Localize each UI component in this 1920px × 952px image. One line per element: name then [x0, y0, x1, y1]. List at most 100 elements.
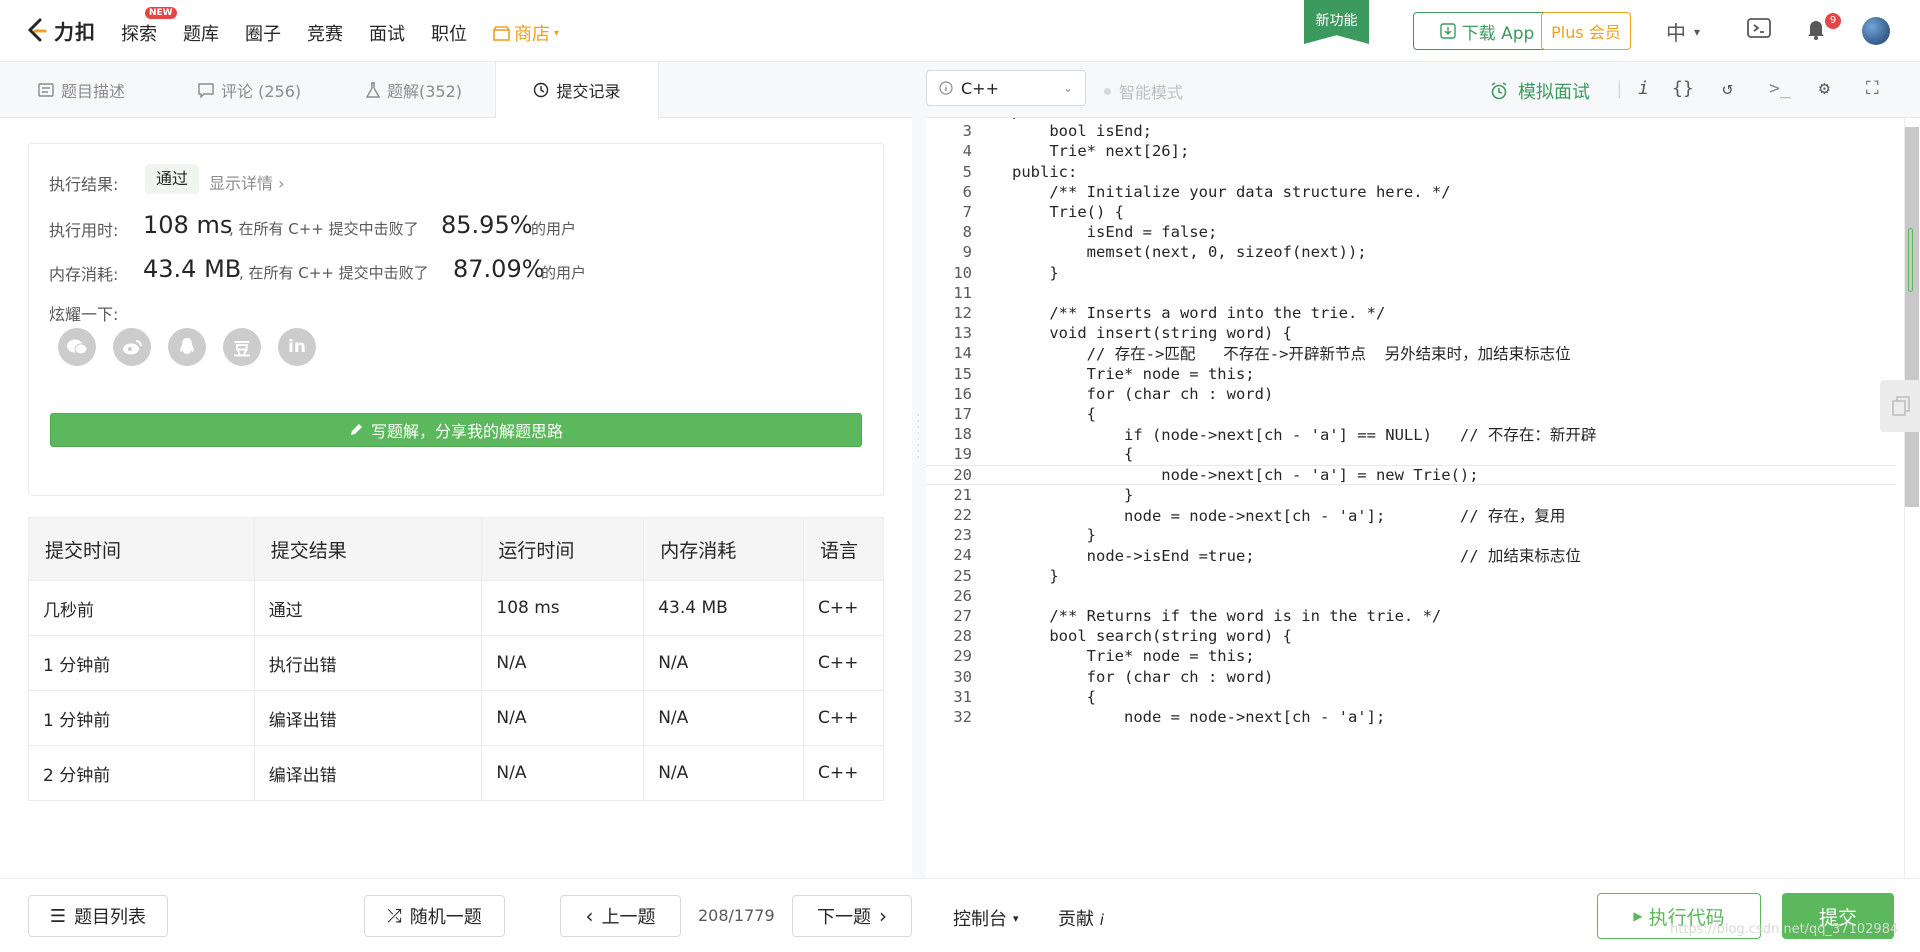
code-line[interactable]: 18 if (node->next[ch - 'a'] == NULL) // … — [926, 424, 1896, 444]
prev-problem-button[interactable]: ‹ 上一题 — [560, 895, 681, 937]
code-line[interactable]: 6 /** Initialize your data structure her… — [926, 182, 1896, 202]
smart-mode-toggle[interactable]: 智能模式 — [1104, 79, 1183, 103]
memory-percentile: 87.09% — [453, 255, 545, 283]
nav-store-label: 商店 — [514, 24, 550, 45]
reset-icon[interactable]: ↺ — [1722, 78, 1733, 99]
code-line[interactable]: 10 } — [926, 263, 1896, 283]
tab-description[interactable]: 题目描述 — [38, 62, 125, 118]
clock-icon — [534, 82, 549, 98]
language-label: 中 — [1666, 21, 1686, 45]
code-line[interactable]: 30 for (char ch : word) — [926, 667, 1896, 687]
nav-problemset[interactable]: 题库 — [183, 20, 219, 46]
next-problem-button[interactable]: 下一题 › — [792, 895, 912, 937]
memory-cell: N/A — [643, 635, 805, 691]
qq-icon[interactable] — [168, 328, 206, 366]
code-editor[interactable]: 2private:3 bool isEnd;4 Trie* next[26];5… — [926, 118, 1920, 878]
code-line[interactable]: 16 for (char ch : word) — [926, 384, 1896, 404]
playground-icon[interactable] — [1747, 18, 1771, 46]
code-line[interactable]: 31 { — [926, 687, 1896, 707]
language-select[interactable]: C++ ⌄ — [926, 70, 1086, 106]
result-cell[interactable]: 通过 — [253, 580, 483, 636]
result-cell[interactable]: 编译出错 — [253, 690, 483, 746]
show-details-link[interactable]: 显示详情 › — [209, 170, 285, 194]
weibo-icon[interactable] — [113, 328, 151, 366]
code-line[interactable]: 8 isEnd = false; — [926, 222, 1896, 242]
code-line[interactable]: 12 /** Inserts a word into the trie. */ — [926, 303, 1896, 323]
code-line[interactable]: 28 bool search(string word) { — [926, 626, 1896, 646]
random-problem-button[interactable]: ⤮ 随机一题 — [364, 895, 505, 937]
result-cell[interactable]: 编译出错 — [253, 745, 483, 801]
drag-handle[interactable]: · · · · · · · · — [917, 412, 921, 462]
tab-submissions[interactable]: 提交记录 — [495, 62, 659, 118]
plus-member-button[interactable]: Plus 会员 — [1541, 12, 1631, 50]
fullscreen-icon[interactable]: ⛶ — [1866, 78, 1879, 99]
nav-contest[interactable]: 竞赛 — [307, 20, 343, 46]
download-app-button[interactable]: 下载 App — [1413, 12, 1561, 50]
language-switch[interactable]: 中 ▾ — [1666, 17, 1700, 46]
submit-time-cell: 几秒前 — [28, 580, 255, 636]
table-row[interactable]: 几秒前 通过 108 ms 43.4 MB C++ — [28, 580, 884, 636]
col-memory: 内存消耗 — [643, 517, 805, 581]
code-line[interactable]: 19 { — [926, 444, 1896, 464]
code-line[interactable]: 15 Trie* node = this; — [926, 364, 1896, 384]
braces-icon[interactable]: {} — [1672, 78, 1694, 99]
wechat-icon[interactable] — [58, 328, 96, 366]
tab-solutions[interactable]: 题解(352) — [366, 62, 462, 118]
code-line[interactable]: 3 bool isEnd; — [926, 121, 1896, 141]
line-number: 22 — [953, 506, 972, 525]
settings-icon[interactable]: ⚙ — [1819, 78, 1830, 99]
pencil-icon — [350, 424, 362, 435]
code-line[interactable]: 14 // 存在->匹配 不存在->开辟新节点 另外结束时，加结束标志位 — [926, 343, 1896, 363]
nav-circle[interactable]: 圈子 — [245, 20, 281, 46]
table-row[interactable]: 2 分钟前 编译出错 N/A N/A C++ — [28, 745, 884, 801]
console-toggle[interactable]: 控制台 ▾ — [953, 905, 1019, 931]
code-line[interactable]: 9 memset(next, 0, sizeof(next)); — [926, 242, 1896, 262]
code-line[interactable]: 13 void insert(string word) { — [926, 323, 1896, 343]
code-line[interactable]: 7 Trie() { — [926, 202, 1896, 222]
code-line[interactable]: 23 } — [926, 525, 1896, 545]
problem-list-button[interactable]: ☰ 题目列表 — [28, 895, 168, 937]
code-line[interactable]: 21 } — [926, 485, 1896, 505]
terminal-icon[interactable]: >_ — [1769, 78, 1791, 99]
leetcode-logo[interactable]: 力扣 — [26, 16, 96, 45]
nav-store[interactable]: 商店 ▾ — [493, 20, 559, 46]
code-line[interactable]: 17 { — [926, 404, 1896, 424]
code-line[interactable]: 29 Trie* node = this; — [926, 646, 1896, 666]
language-cell: C++ — [803, 690, 884, 746]
mock-interview-button[interactable]: 模拟面试 — [1490, 78, 1590, 104]
douban-icon[interactable]: 豆 — [223, 328, 261, 366]
contribute-button[interactable]: 贡献 i — [1058, 905, 1104, 931]
code-line[interactable]: 25 } — [926, 566, 1896, 586]
memory-label: 内存消耗: — [49, 265, 119, 284]
info-i-icon[interactable]: i — [1638, 78, 1649, 99]
new-feature-ribbon[interactable]: 新功能 — [1304, 0, 1369, 44]
chevron-right-icon: › — [879, 904, 887, 928]
result-cell[interactable]: 执行出错 — [253, 635, 483, 691]
write-solution-button[interactable]: 写题解，分享我的解题思路 — [50, 413, 862, 447]
tab-comments[interactable]: 评论 (256) — [198, 62, 301, 118]
copy-side-tab[interactable] — [1880, 380, 1920, 432]
code-line[interactable]: 22 node = node->next[ch - 'a']; // 存在，复用 — [926, 505, 1896, 525]
nav-explore[interactable]: 探索 NEW — [121, 7, 177, 46]
table-row[interactable]: 1 分钟前 执行出错 N/A N/A C++ — [28, 635, 884, 691]
line-number: 9 — [962, 243, 972, 262]
bell-icon[interactable] — [1806, 18, 1826, 46]
code-line[interactable]: 20 node->next[ch - 'a'] = new Trie(); — [926, 464, 1896, 485]
logo-text: 力扣 — [54, 20, 96, 44]
code-line[interactable]: 26 — [926, 586, 1896, 606]
code-line[interactable]: 27 /** Returns if the word is in the tri… — [926, 606, 1896, 626]
line-number: 26 — [953, 586, 972, 605]
linkedin-icon[interactable]: in — [278, 328, 316, 366]
editor-scrollbar-thumb[interactable] — [1905, 127, 1919, 507]
avatar[interactable] — [1862, 17, 1890, 45]
table-row[interactable]: 1 分钟前 编译出错 N/A N/A C++ — [28, 690, 884, 746]
store-icon — [493, 25, 510, 41]
code-line[interactable]: 4 Trie* next[26]; — [926, 141, 1896, 161]
nav-interview[interactable]: 面试 — [369, 20, 405, 46]
code-line[interactable]: 11 — [926, 283, 1896, 303]
code-line[interactable]: 5 public: — [926, 162, 1896, 182]
code-line[interactable]: 24 node->isEnd =true; // 加结束标志位 — [926, 545, 1896, 565]
panel-divider[interactable] — [912, 118, 926, 878]
nav-jobs[interactable]: 职位 — [431, 20, 467, 46]
code-line[interactable]: 32 node = node->next[ch - 'a']; — [926, 707, 1896, 727]
